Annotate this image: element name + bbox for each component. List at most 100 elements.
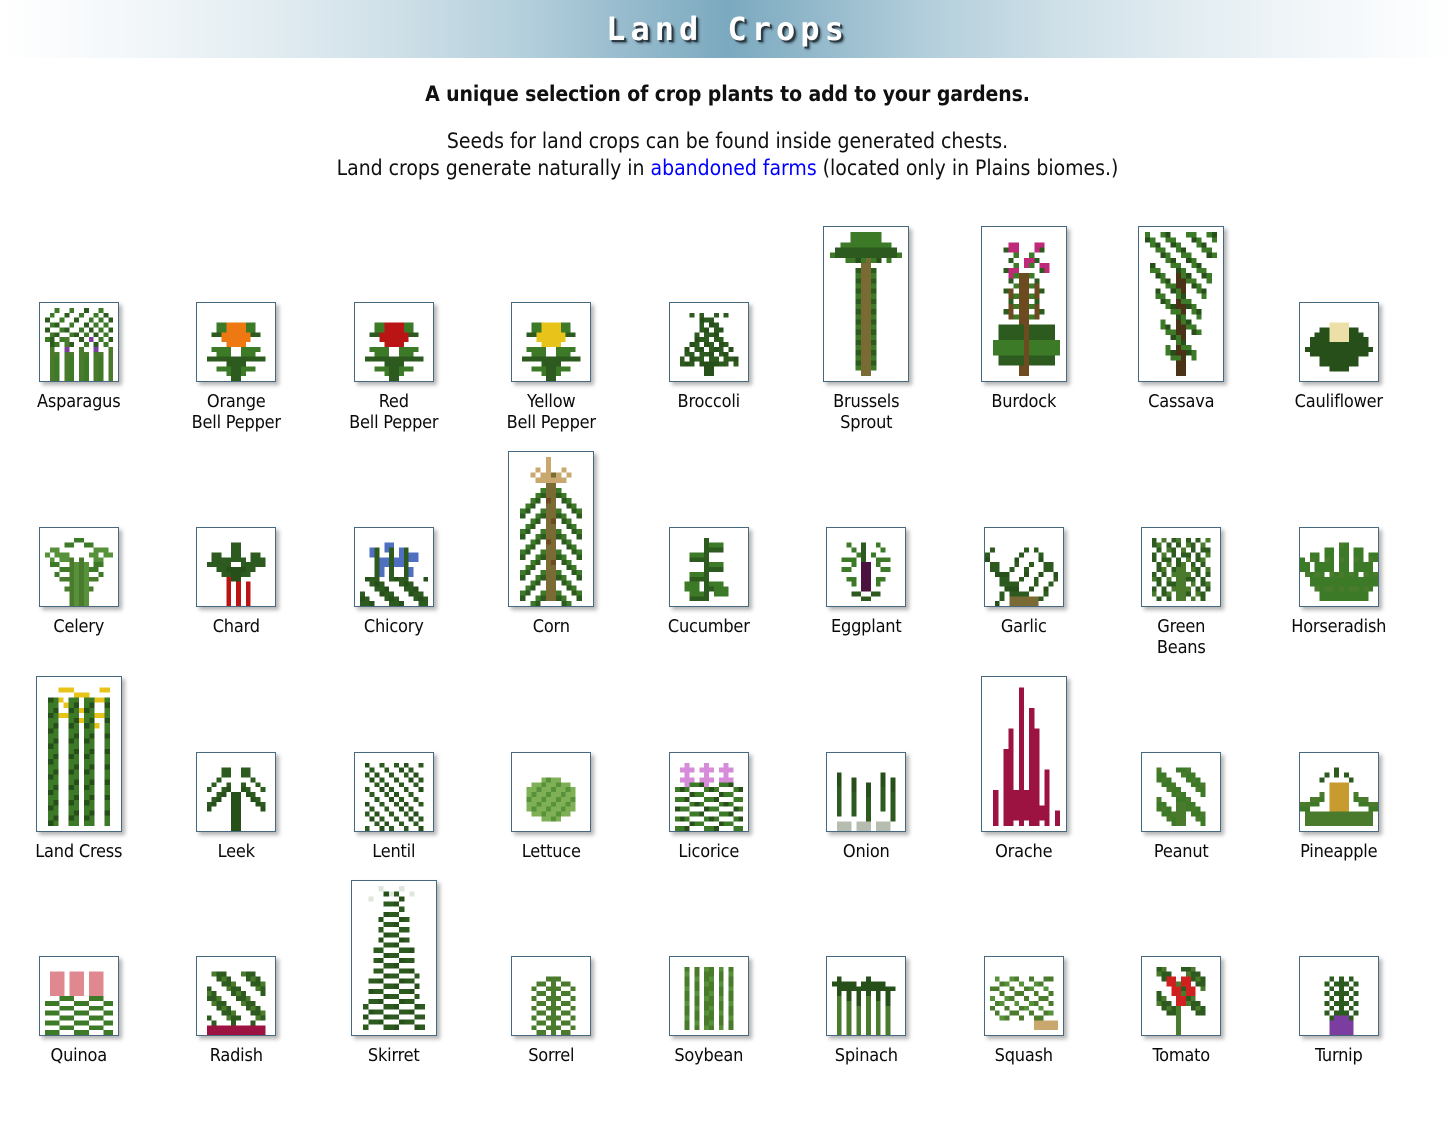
crop-item-cauliflower[interactable]: Cauliflower: [1260, 208, 1418, 433]
crop-item-sorrel[interactable]: Sorrel: [473, 862, 631, 1066]
crop-item-burdock[interactable]: Burdock: [945, 208, 1103, 433]
crop-thumbnail-lettuce[interactable]: [511, 752, 592, 832]
crop-thumbnail-tomato[interactable]: [1141, 956, 1222, 1036]
crop-thumbnail-garlic[interactable]: [983, 527, 1064, 607]
crop-item-lentil[interactable]: Lentil: [315, 658, 473, 862]
crop-label-spinach: Spinach: [834, 1045, 898, 1066]
crop-item-onion[interactable]: Onion: [788, 658, 946, 862]
crop-item-corn[interactable]: Corn: [473, 433, 631, 658]
crop-item-licorice[interactable]: Licorice: [630, 658, 788, 862]
crop-label-celery: Celery: [53, 616, 105, 637]
crop-label-peanut: Peanut: [1153, 841, 1209, 862]
crop-item-yellow-bell-pepper[interactable]: Yellow Bell Pepper: [473, 208, 631, 433]
page-banner: Land Crops: [0, 0, 1455, 58]
crop-thumbnail-horseradish[interactable]: [1298, 527, 1379, 607]
crop-thumbnail-lentil[interactable]: [353, 752, 434, 832]
crop-label-red-bell-pepper: Red Bell Pepper: [349, 391, 439, 433]
crop-thumbnail-red-bell-pepper[interactable]: [353, 302, 434, 382]
crop-thumbnail-cauliflower[interactable]: [1298, 302, 1379, 382]
crop-thumbnail-corn[interactable]: [508, 451, 595, 607]
crop-label-orache: Orache: [995, 841, 1053, 862]
crop-item-soybean[interactable]: Soybean: [630, 862, 788, 1066]
crop-item-peanut[interactable]: Peanut: [1103, 658, 1261, 862]
crop-item-chicory[interactable]: Chicory: [315, 433, 473, 658]
crop-thumbnail-land-cress[interactable]: [35, 676, 122, 832]
crop-label-soybean: Soybean: [674, 1045, 744, 1066]
crop-item-chard[interactable]: Chard: [158, 433, 316, 658]
crop-label-brussels-sprout: Brussels Sprout: [833, 391, 900, 433]
crop-label-orange-bell-pepper: Orange Bell Pepper: [191, 391, 281, 433]
crop-thumbnail-brussels-sprout[interactable]: [823, 226, 910, 382]
crop-thumbnail-asparagus[interactable]: [38, 302, 119, 382]
crop-thumbnail-chard[interactable]: [196, 527, 277, 607]
crop-item-green-beans[interactable]: Green Beans: [1103, 433, 1261, 658]
crop-item-broccoli[interactable]: Broccoli: [630, 208, 788, 433]
crop-item-radish[interactable]: Radish: [158, 862, 316, 1066]
crop-label-corn: Corn: [532, 616, 570, 637]
crop-thumbnail-pineapple[interactable]: [1298, 752, 1379, 832]
crop-label-cassava: Cassava: [1148, 391, 1215, 412]
crop-item-orache[interactable]: Orache: [945, 658, 1103, 862]
crop-thumbnail-chicory[interactable]: [353, 527, 434, 607]
crop-item-quinoa[interactable]: Quinoa: [0, 862, 158, 1066]
crop-thumbnail-cucumber[interactable]: [668, 527, 749, 607]
intro-line-2-after: (located only in Plains biomes.): [816, 156, 1119, 180]
crop-thumbnail-leek[interactable]: [196, 752, 277, 832]
crop-thumbnail-licorice[interactable]: [668, 752, 749, 832]
crop-item-cassava[interactable]: Cassava: [1103, 208, 1261, 433]
crop-thumbnail-cassava[interactable]: [1138, 226, 1225, 382]
crop-thumbnail-onion[interactable]: [826, 752, 907, 832]
crop-thumbnail-squash[interactable]: [983, 956, 1064, 1036]
crop-thumbnail-celery[interactable]: [38, 527, 119, 607]
crop-item-orange-bell-pepper[interactable]: Orange Bell Pepper: [158, 208, 316, 433]
crop-thumbnail-green-beans[interactable]: [1141, 527, 1222, 607]
crop-label-cucumber: Cucumber: [667, 616, 750, 637]
crop-thumbnail-burdock[interactable]: [980, 226, 1067, 382]
crop-label-chard: Chard: [212, 616, 260, 637]
crop-item-garlic[interactable]: Garlic: [945, 433, 1103, 658]
crop-thumbnail-turnip[interactable]: [1298, 956, 1379, 1036]
crop-label-quinoa: Quinoa: [50, 1045, 108, 1066]
crop-thumbnail-spinach[interactable]: [826, 956, 907, 1036]
crop-item-skirret[interactable]: Skirret: [315, 862, 473, 1066]
crop-row: Celery Chard Chicory Corn Cucumber Eggplant Ga…: [0, 433, 1455, 658]
crop-thumbnail-orange-bell-pepper[interactable]: [196, 302, 277, 382]
crop-label-broccoli: Broccoli: [677, 391, 741, 412]
crop-label-lentil: Lentil: [372, 841, 416, 862]
crop-thumbnail-sorrel[interactable]: [511, 956, 592, 1036]
crop-thumbnail-broccoli[interactable]: [668, 302, 749, 382]
crop-row: Asparagus Orange Bell Pepper Red Bell Pepp…: [0, 208, 1455, 433]
crop-label-chicory: Chicory: [363, 616, 424, 637]
abandoned-farms-link[interactable]: abandoned farms: [651, 156, 817, 180]
crop-label-turnip: Turnip: [1314, 1045, 1363, 1066]
crop-item-tomato[interactable]: Tomato: [1103, 862, 1261, 1066]
crop-label-radish: Radish: [209, 1045, 263, 1066]
crop-item-spinach[interactable]: Spinach: [788, 862, 946, 1066]
crop-label-sorrel: Sorrel: [528, 1045, 575, 1066]
crop-label-licorice: Licorice: [678, 841, 740, 862]
crop-item-cucumber[interactable]: Cucumber: [630, 433, 788, 658]
crop-item-celery[interactable]: Celery: [0, 433, 158, 658]
crop-thumbnail-yellow-bell-pepper[interactable]: [511, 302, 592, 382]
intro-line-2: Land crops generate naturally in abandon…: [0, 155, 1455, 182]
crop-label-lettuce: Lettuce: [521, 841, 581, 862]
crop-thumbnail-soybean[interactable]: [668, 956, 749, 1036]
crop-item-leek[interactable]: Leek: [158, 658, 316, 862]
crop-item-asparagus[interactable]: Asparagus: [0, 208, 158, 433]
crop-thumbnail-eggplant[interactable]: [826, 527, 907, 607]
crop-item-red-bell-pepper[interactable]: Red Bell Pepper: [315, 208, 473, 433]
crop-item-brussels-sprout[interactable]: Brussels Sprout: [788, 208, 946, 433]
crop-item-turnip[interactable]: Turnip: [1260, 862, 1418, 1066]
crop-thumbnail-radish[interactable]: [196, 956, 277, 1036]
crop-item-horseradish[interactable]: Horseradish: [1260, 433, 1418, 658]
crop-item-lettuce[interactable]: Lettuce: [473, 658, 631, 862]
crop-item-pineapple[interactable]: Pineapple: [1260, 658, 1418, 862]
crop-item-eggplant[interactable]: Eggplant: [788, 433, 946, 658]
crop-thumbnail-orache[interactable]: [980, 676, 1067, 832]
crop-thumbnail-peanut[interactable]: [1141, 752, 1222, 832]
crop-thumbnail-skirret[interactable]: [350, 880, 437, 1036]
crop-item-land-cress[interactable]: Land Cress: [0, 658, 158, 862]
intro-line-1: Seeds for land crops can be found inside…: [446, 129, 1009, 153]
crop-thumbnail-quinoa[interactable]: [38, 956, 119, 1036]
crop-item-squash[interactable]: Squash: [945, 862, 1103, 1066]
